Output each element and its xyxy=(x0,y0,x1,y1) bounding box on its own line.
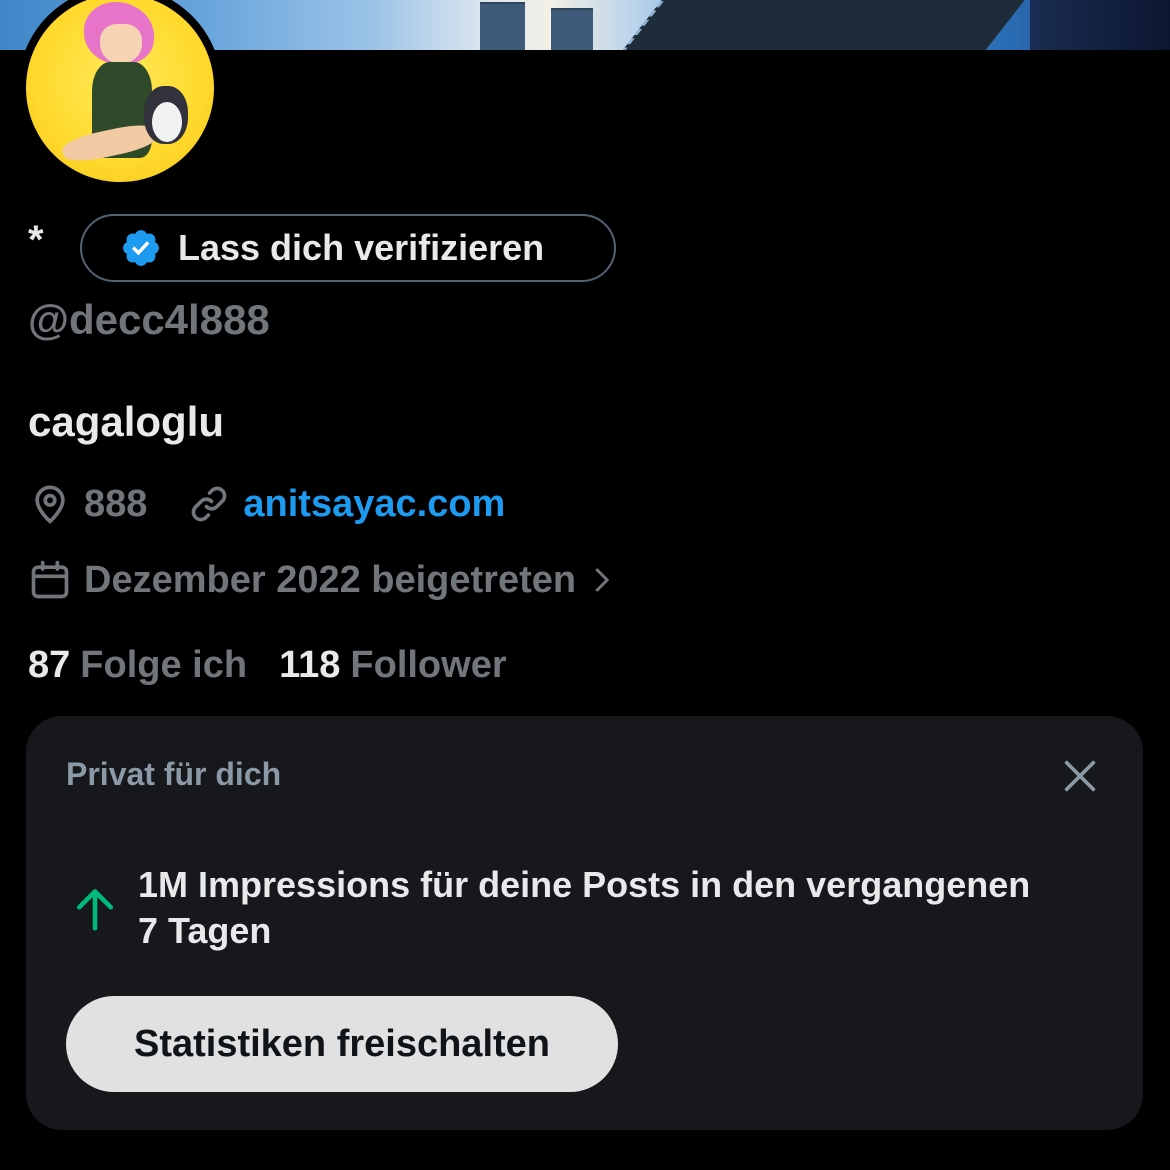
display-name: * xyxy=(28,218,44,262)
joined-text: Dezember 2022 beigetreten xyxy=(84,558,577,601)
avatar-bird-belly xyxy=(152,102,182,142)
card-title: Privat für dich xyxy=(66,756,282,792)
followers-label: Follower xyxy=(350,644,507,686)
profile-meta-row: 888 anitsayac.com xyxy=(28,482,505,526)
banner-dark-edge xyxy=(1030,0,1170,50)
followers-stat[interactable]: 118 Follower xyxy=(279,644,507,687)
calendar-icon xyxy=(31,560,69,599)
private-insights-card: Privat für dich 1M Impressions für deine… xyxy=(26,716,1143,1130)
avatar-face xyxy=(100,24,142,64)
arrow-up-icon xyxy=(76,889,114,931)
followers-count: 118 xyxy=(279,644,341,686)
avatar[interactable] xyxy=(18,0,222,190)
following-label: Folge ich xyxy=(80,644,248,686)
banner-tower-right xyxy=(551,8,593,50)
verified-badge-icon xyxy=(123,230,159,266)
get-verified-label: Lass dich verifizieren xyxy=(178,227,545,268)
follow-stats: 87 Folge ich 118 Follower xyxy=(28,644,507,687)
user-handle: @decc4l888 xyxy=(28,296,270,343)
following-count: 87 xyxy=(28,644,71,686)
following-stat[interactable]: 87 Folge ich xyxy=(28,644,247,687)
website-link[interactable]: anitsayac.com xyxy=(243,483,505,526)
joined-row[interactable]: Dezember 2022 beigetreten xyxy=(28,558,616,602)
bio: cagaloglu xyxy=(28,398,225,445)
impressions-message: 1M Impressions für deine Posts in den ve… xyxy=(138,864,1031,951)
link-icon xyxy=(192,486,227,522)
banner-film-strip xyxy=(605,0,1031,50)
location-pin-icon xyxy=(35,485,65,524)
unlock-stats-button[interactable]: Statistiken freischalten xyxy=(66,996,618,1092)
banner-tower-left xyxy=(480,2,525,50)
avatar-image xyxy=(26,0,214,182)
location-text: 888 xyxy=(84,482,148,525)
close-icon[interactable] xyxy=(1060,756,1100,796)
chevron-right-icon xyxy=(595,568,609,592)
get-verified-button[interactable]: Lass dich verifizieren xyxy=(80,214,616,282)
